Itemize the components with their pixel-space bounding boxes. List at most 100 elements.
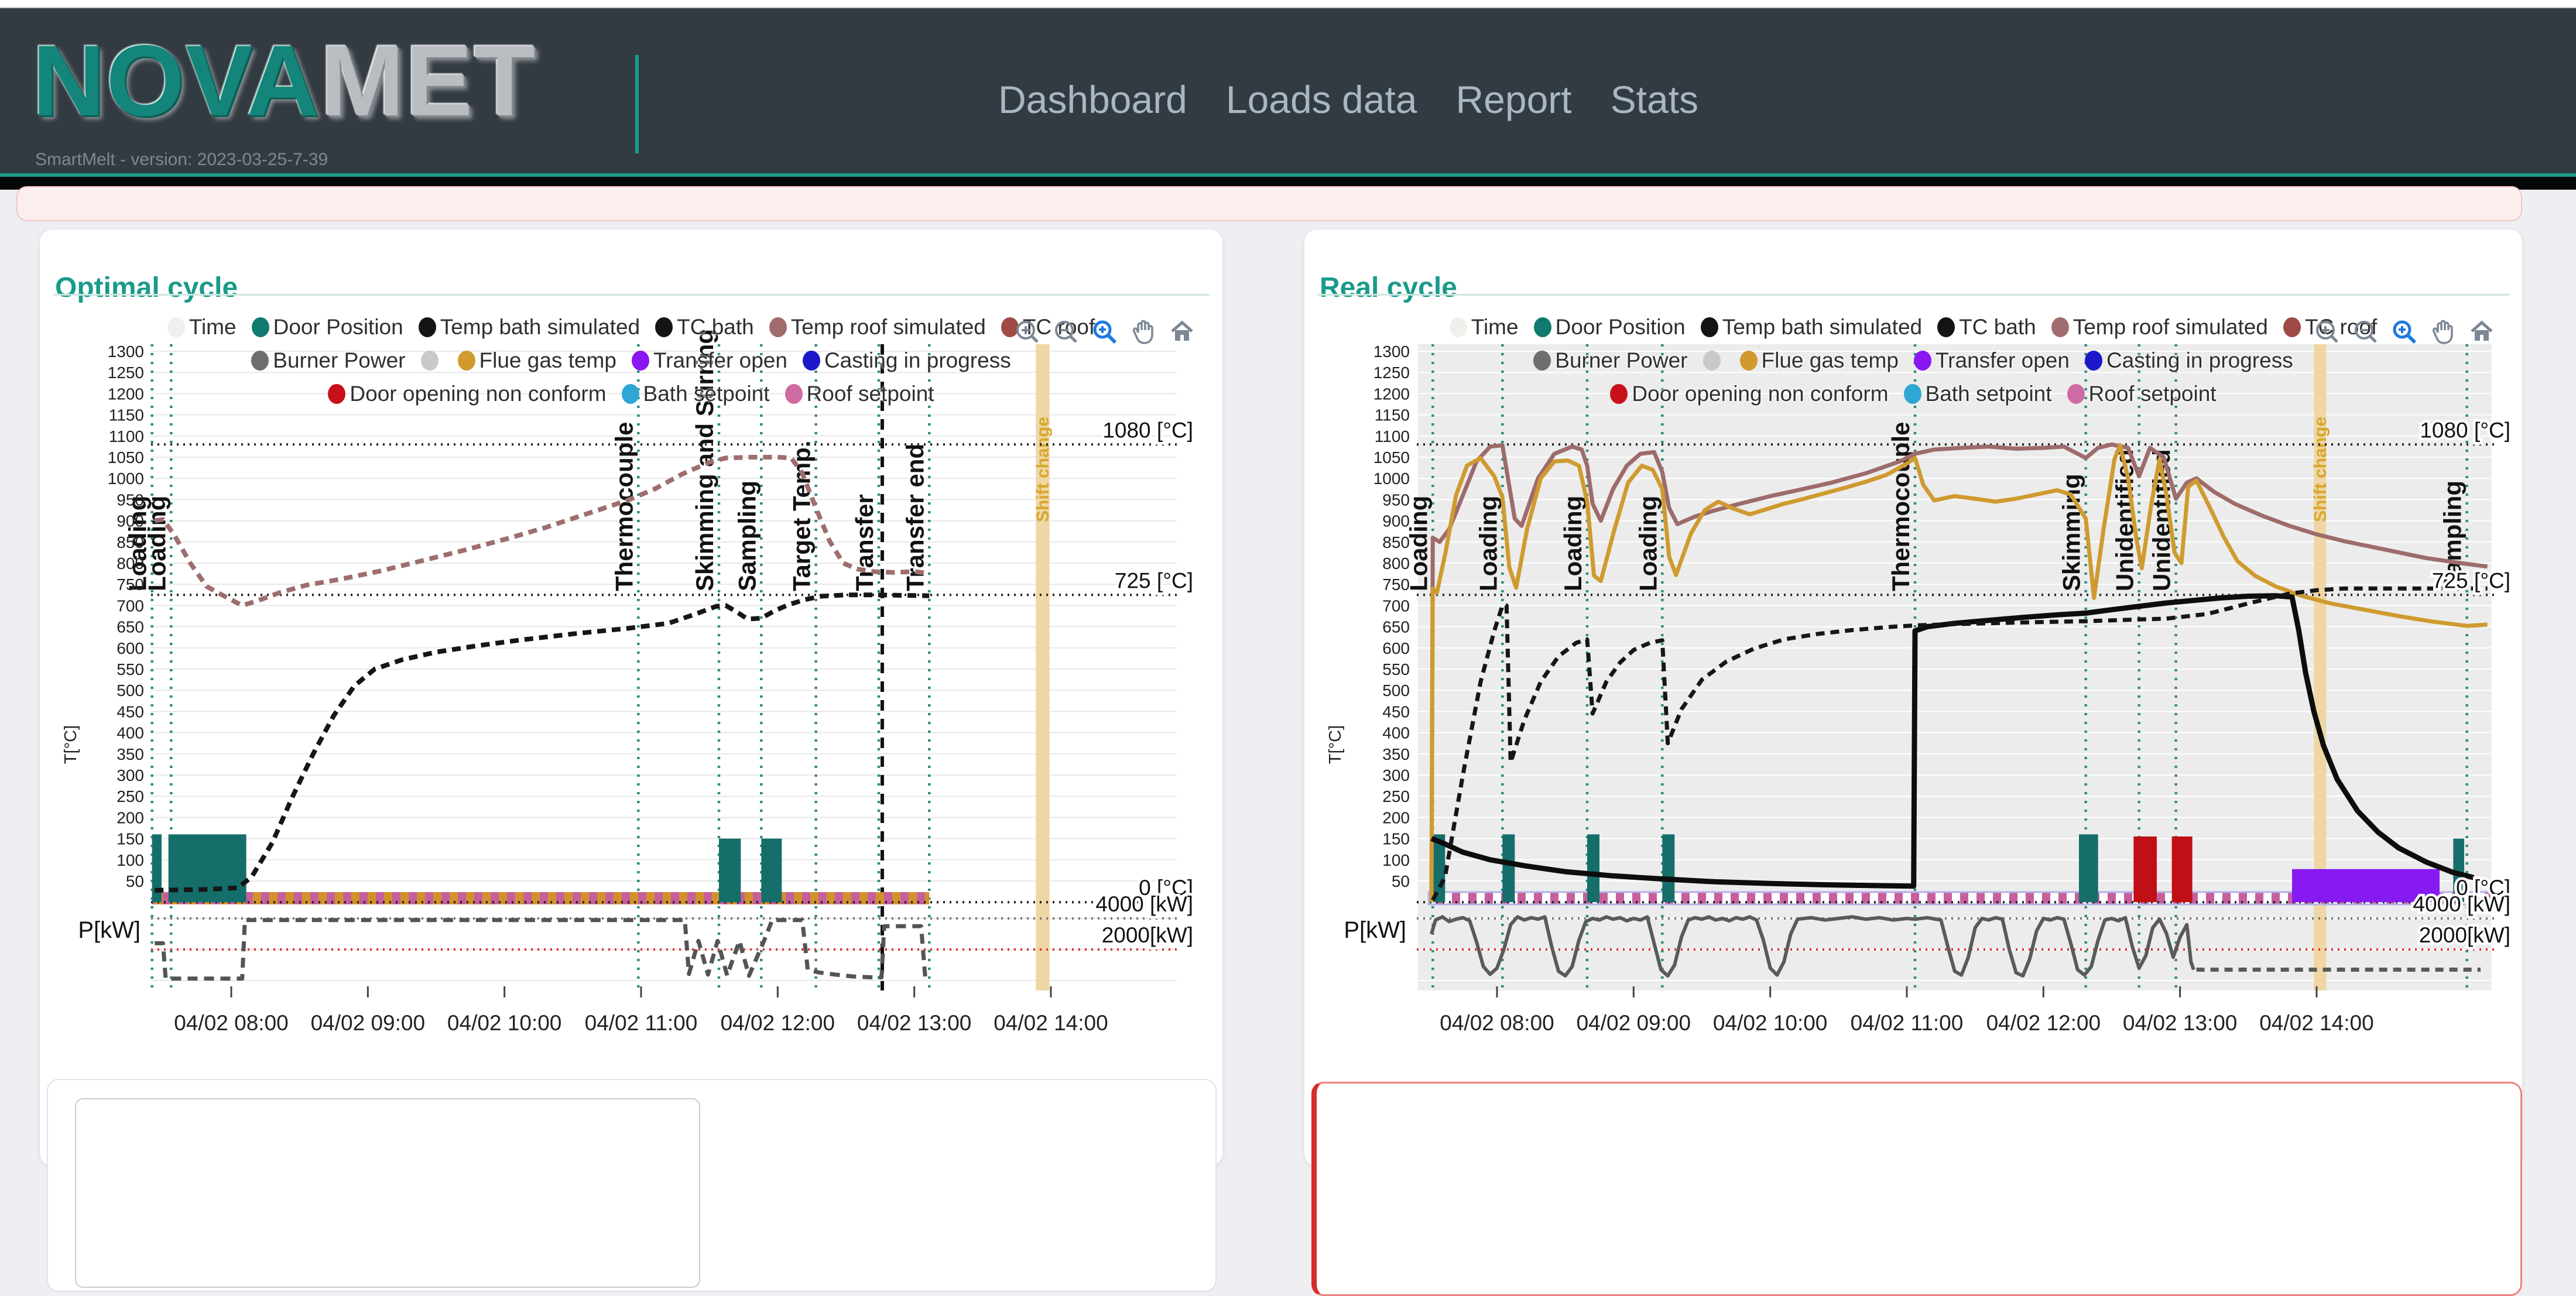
legend-label: Flue gas temp xyxy=(479,348,616,373)
y-tick-label: 600 xyxy=(117,639,144,657)
legend-dot xyxy=(1914,351,1931,371)
zoom-out-icon[interactable] xyxy=(1053,318,1080,345)
legend-item-flue-gas-temp[interactable]: Flue gas temp xyxy=(458,348,616,373)
x-tick-label: 04/02 12:00 xyxy=(1986,1011,2101,1035)
legend-item-temp-roof-simulated[interactable]: Temp roof simulated xyxy=(2051,315,2268,340)
legend-item-time[interactable]: Time xyxy=(167,315,237,340)
pan-icon[interactable] xyxy=(1130,318,1157,345)
home-icon[interactable] xyxy=(1169,318,1195,345)
y-axis-title: T[°C] xyxy=(1326,725,1345,764)
zoom-in-icon[interactable] xyxy=(2314,318,2341,345)
legend-dot xyxy=(622,384,639,404)
legend-dot xyxy=(1740,351,1758,371)
legend-label: Temp roof simulated xyxy=(791,315,986,340)
logo-text-primary: NOVA xyxy=(32,25,320,137)
nav-item-stats[interactable]: Stats xyxy=(1611,77,1698,122)
legend-label: Casting in progress xyxy=(824,348,1011,373)
ref-label-2000kW: 2000[kW] xyxy=(1102,923,1193,947)
legend-label: Casting in progress xyxy=(2106,348,2293,373)
nav-item-dashboard[interactable]: Dashboard xyxy=(998,77,1187,122)
y-tick-label: 100 xyxy=(1382,851,1410,869)
legend-label: Temp bath simulated xyxy=(1722,315,1922,340)
y-tick-label: 400 xyxy=(117,724,144,742)
legend-item-burner-power[interactable]: Burner Power xyxy=(1533,348,1687,373)
zoom-select-icon[interactable] xyxy=(1091,318,1118,345)
legend-dot xyxy=(2283,317,2301,337)
x-tick-label: 04/02 10:00 xyxy=(1713,1011,1827,1035)
y-tick-label: 850 xyxy=(1382,533,1410,551)
legend-item-roof-setpoint[interactable]: Roof setpoint xyxy=(785,382,934,406)
zoom-select-icon[interactable] xyxy=(2391,318,2418,345)
nav-item-loads-data[interactable]: Loads data xyxy=(1226,77,1417,122)
y-tick-label: 700 xyxy=(117,596,144,615)
zoom-in-icon[interactable] xyxy=(1014,318,1041,345)
x-tick-label: 04/02 13:00 xyxy=(857,1011,971,1035)
x-tick-label: 04/02 13:00 xyxy=(2123,1011,2237,1035)
legend-item-door-opening-non-conform[interactable]: Door opening non conform xyxy=(328,382,606,406)
legend-dot xyxy=(458,351,475,371)
legend-item-unnamed[interactable] xyxy=(1703,348,1725,373)
y-tick-label: 300 xyxy=(117,766,144,784)
y-tick-label: 50 xyxy=(1392,872,1410,890)
zoom-out-icon[interactable] xyxy=(2352,318,2379,345)
legend-item-bath-setpoint[interactable]: Bath setpoint xyxy=(1904,382,2052,406)
x-tick-label: 04/02 10:00 xyxy=(447,1011,561,1035)
browser-top-strip xyxy=(0,0,2576,8)
legend-label: Roof setpoint xyxy=(807,382,934,406)
legend-item-door-position[interactable]: Door Position xyxy=(1534,315,1686,340)
event-label-transfer-end: Transfer end xyxy=(901,444,929,591)
home-icon[interactable] xyxy=(2468,318,2495,345)
legend-item-roof-setpoint[interactable]: Roof setpoint xyxy=(2067,382,2217,406)
legend-label: Transfer open xyxy=(1936,348,2070,373)
legend-dot xyxy=(1701,317,1718,337)
y-tick-label: 950 xyxy=(1382,491,1410,509)
y-tick-label: 550 xyxy=(1382,660,1410,678)
legend-row-3: Door opening non conform Bath setpoint Roo… xyxy=(40,382,1222,406)
legend-label: Door Position xyxy=(1556,315,1686,340)
legend-item-door-opening-non-conform[interactable]: Door opening non conform xyxy=(1610,382,1888,406)
legend-item-temp-bath-simulated[interactable]: Temp bath simulated xyxy=(1701,315,1922,340)
y-tick-label: 1100 xyxy=(1375,427,1410,445)
y2-axis-title: P[kW] xyxy=(1344,917,1406,943)
legend-item-transfer-open[interactable]: Transfer open xyxy=(1914,348,2070,373)
legend-label: Time xyxy=(1471,315,1519,340)
event-label-transfer: Transfer xyxy=(851,494,878,591)
legend-row-2: Burner Power Flue gas temp Transfer open Ca… xyxy=(40,348,1222,373)
legend-item-bath-setpoint[interactable]: Bath setpoint xyxy=(622,382,770,406)
y2-axis-title: P[kW] xyxy=(78,917,141,943)
legend-item-temp-bath-simulated[interactable]: Temp bath simulated xyxy=(419,315,640,340)
shift-change-label: Shift change xyxy=(1033,417,1053,522)
pan-icon[interactable] xyxy=(2430,318,2457,345)
event-label-loading: Loading xyxy=(143,496,170,591)
legend-dot xyxy=(1610,384,1628,404)
legend-dot xyxy=(2051,317,2069,337)
y-tick-label: 100 xyxy=(117,851,144,869)
event-label-thermocouple: Thermocouple xyxy=(1887,422,1914,591)
legend-item-tc-bath[interactable]: TC bath xyxy=(1937,315,2036,340)
legend-item-unnamed[interactable] xyxy=(421,348,443,373)
y-tick-label: 600 xyxy=(1382,639,1410,657)
y-tick-label: 650 xyxy=(1382,618,1410,636)
legend-item-casting-in-progress[interactable]: Casting in progress xyxy=(803,348,1011,373)
legend-item-casting-in-progress[interactable]: Casting in progress xyxy=(2085,348,2293,373)
series-temp-bath-simulated xyxy=(155,595,929,890)
event-label-loading: Loading xyxy=(1634,496,1662,591)
y-tick-label: 1150 xyxy=(109,406,144,424)
legend-row-2: Burner Power Flue gas temp Transfer open Ca… xyxy=(1304,348,2522,373)
nav-item-report[interactable]: Report xyxy=(1456,77,1572,122)
ref-label-725C: 725 [°C] xyxy=(2432,568,2510,592)
legend-item-door-position[interactable]: Door Position xyxy=(252,315,403,340)
main-nav: Dashboard Loads data Report Stats xyxy=(998,77,1698,122)
legend-item-flue-gas-temp[interactable]: Flue gas temp xyxy=(1740,348,1899,373)
chart-toolbar xyxy=(2314,318,2495,345)
legend-dot xyxy=(167,317,185,337)
ref-label-2000kW: 2000[kW] xyxy=(2419,923,2510,947)
legend-item-time[interactable]: Time xyxy=(1450,315,1519,340)
legend-label: Bath setpoint xyxy=(643,382,770,406)
event-label-sampling: Sampling xyxy=(733,481,761,591)
legend-item-tc-bath[interactable]: TC bath xyxy=(655,315,754,340)
legend-item-transfer-open[interactable]: Transfer open xyxy=(632,348,787,373)
ref-label-4000kW: 4000 [kW] xyxy=(1095,892,1193,916)
legend-item-burner-power[interactable]: Burner Power xyxy=(251,348,405,373)
legend-item-temp-roof-simulated[interactable]: Temp roof simulated xyxy=(769,315,986,340)
